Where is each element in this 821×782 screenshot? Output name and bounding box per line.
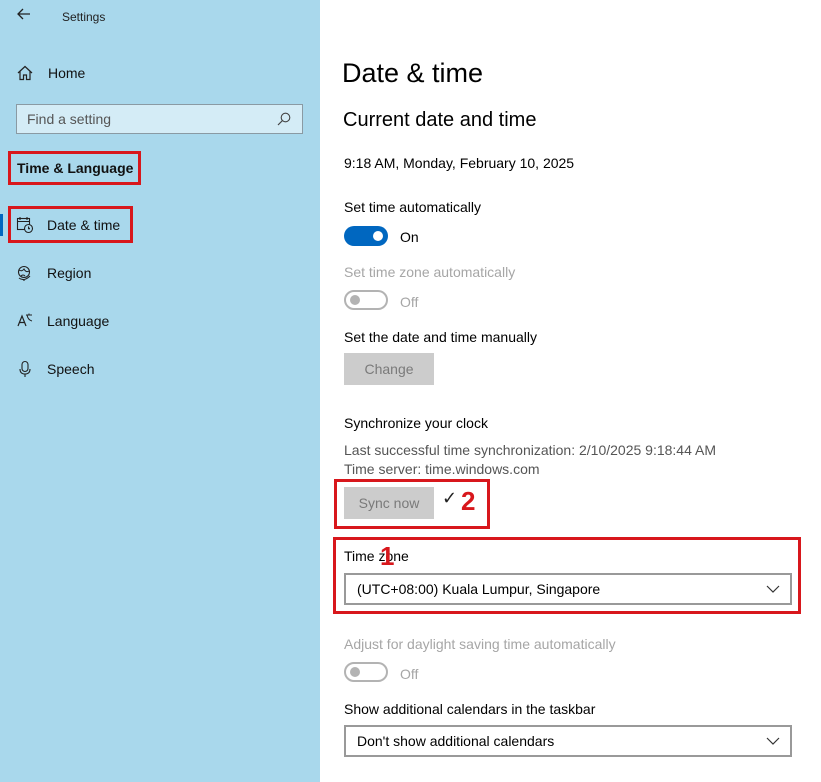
search-input[interactable] [27,111,276,127]
set-zone-auto-toggle[interactable] [344,290,388,310]
sidebar-item-language[interactable]: Language [0,308,320,334]
dst-label: Adjust for daylight saving time automati… [344,636,616,652]
sidebar-item-label: Region [47,265,92,281]
language-icon [16,312,34,330]
sidebar-item-region[interactable]: Region [0,260,320,286]
sync-label: Synchronize your clock [344,415,488,431]
date-time-highlight [8,206,133,243]
time-zone-value: (UTC+08:00) Kuala Lumpur, Singapore [357,581,601,597]
current-datetime: 9:18 AM, Monday, February 10, 2025 [344,155,575,171]
search-box[interactable] [16,104,303,134]
time-zone-label: Time zone [344,548,409,564]
chevron-down-icon [766,734,780,748]
set-zone-auto-state: Off [400,294,419,310]
section-title-highlight: Time & Language [8,151,141,185]
sync-now-button[interactable]: Sync now [344,487,434,519]
microphone-icon [16,360,34,378]
manual-label: Set the date and time manually [344,329,538,345]
page-title: Date & time [342,58,484,88]
sidebar-item-speech[interactable]: Speech [0,356,320,382]
set-zone-auto-label: Set time zone automatically [344,264,516,280]
back-arrow-icon[interactable] [14,6,34,26]
set-time-auto-state: On [400,229,419,245]
app-title: Settings [62,10,106,24]
time-server-text: Time server: time.windows.com [344,461,540,477]
sidebar-item-home[interactable]: Home [16,60,85,86]
globe-icon [16,264,34,282]
title-bar: Settings [0,0,320,34]
chevron-down-icon [766,582,780,596]
main-content: Date & time Current date and time 9:18 A… [320,0,821,782]
checkmark-icon: ✓ [442,488,458,508]
active-indicator [0,214,3,236]
calendars-value: Don't show additional calendars [357,733,555,749]
section-heading: Current date and time [343,109,537,131]
sidebar-item-label: Speech [47,361,95,377]
sidebar: Settings Home Time & Language Date & tim… [0,0,320,782]
time-zone-dropdown[interactable]: (UTC+08:00) Kuala Lumpur, Singapore [344,573,792,605]
search-icon[interactable] [276,111,292,127]
calendars-label: Show additional calendars in the taskbar [344,701,596,717]
dst-state: Off [400,666,419,682]
calendars-dropdown[interactable]: Don't show additional calendars [344,725,792,757]
change-button[interactable]: Change [344,353,434,385]
last-sync-text: Last successful time synchronization: 2/… [344,442,716,458]
sidebar-item-label: Language [47,313,110,329]
annotation-1: 1 [380,541,395,571]
set-time-auto-toggle[interactable] [344,226,388,246]
annotation-2: 2 [461,486,476,516]
set-time-auto-label: Set time automatically [344,199,481,215]
dst-toggle[interactable] [344,662,388,682]
section-title: Time & Language [17,160,134,176]
home-icon [16,64,34,82]
home-label: Home [48,65,86,81]
